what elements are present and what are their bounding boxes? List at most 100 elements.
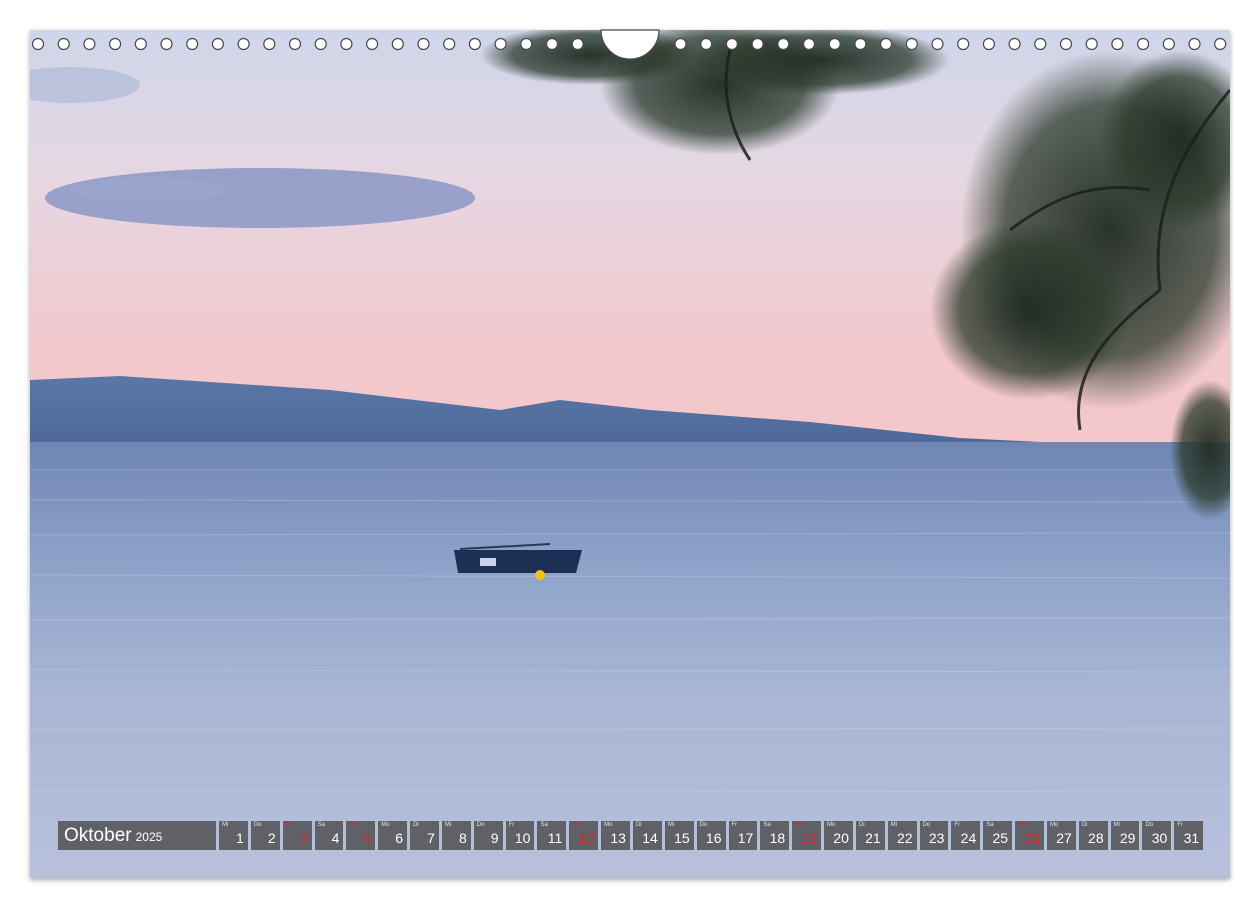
day-cell: So 19 [792, 821, 822, 850]
day-cell: Mi 29 [1110, 821, 1140, 850]
day-number: 14 [642, 830, 658, 846]
day-cell: Do 23 [919, 821, 949, 850]
day-abbr: Do [476, 822, 485, 828]
day-number: 7 [427, 830, 435, 846]
day-cell: Do 30 [1142, 821, 1172, 850]
day-number: 29 [1119, 830, 1136, 846]
day-number: 25 [992, 830, 1009, 846]
day-number: 21 [865, 830, 881, 846]
day-cell: Mo 27 [1046, 821, 1076, 850]
day-number: 8 [458, 830, 467, 846]
day-abbr: So [1018, 822, 1026, 828]
day-cell: Do 2 [250, 821, 280, 850]
day-cell: Sa 18 [760, 821, 790, 850]
day-cell: Di 7 [410, 821, 439, 850]
day-number: 11 [547, 830, 563, 846]
day-cell: Mo 13 [601, 821, 630, 850]
calendar-bar: Oktober 2025 Mi 1 Do 2 Fr 3 Sa 4 So 5 Mo 6 Di 7 Mi 8 Do 9… [58, 821, 1204, 850]
day-abbr: Do [1145, 822, 1154, 828]
day-number: 16 [705, 830, 722, 846]
seascape-photo [30, 30, 1230, 878]
day-cell: Fr 3 [282, 821, 312, 850]
day-abbr: Di [858, 822, 865, 828]
day-number: 13 [610, 830, 626, 846]
day-abbr: Di [635, 822, 642, 828]
day-abbr: Mi [667, 822, 675, 828]
day-number: 6 [395, 830, 404, 846]
day-cell: So 12 [569, 821, 599, 850]
day-number: 20 [833, 830, 849, 846]
day-number: 10 [514, 830, 531, 846]
month-label: Oktober 2025 [58, 821, 216, 850]
day-abbr: Sa [763, 822, 771, 828]
day-number: 24 [960, 830, 977, 846]
day-number: 19 [801, 830, 818, 846]
day-cell: Sa 11 [537, 821, 567, 850]
day-number: 22 [896, 830, 913, 846]
day-number: 2 [267, 830, 276, 846]
day-abbr: Do [922, 822, 931, 828]
day-cell: So 5 [346, 821, 376, 850]
day-number: 17 [737, 830, 754, 846]
day-cell: Di 21 [855, 821, 885, 850]
day-number: 23 [928, 830, 945, 846]
day-abbr: Mi [222, 822, 229, 828]
day-number: 5 [363, 830, 372, 846]
day-cell: Fr 17 [728, 821, 758, 850]
day-abbr: Fr [731, 822, 738, 828]
day-number: 28 [1088, 830, 1104, 846]
day-cell: Do 9 [473, 821, 503, 850]
day-abbr: Fr [1177, 822, 1183, 828]
day-cell: Sa 25 [983, 821, 1013, 850]
day-cell: Fr 31 [1174, 821, 1204, 850]
day-cell: Mi 22 [887, 821, 917, 850]
day-abbr: Mo [604, 822, 613, 828]
day-cell: Mi 8 [441, 821, 471, 850]
day-abbr: Sa [540, 822, 548, 828]
day-abbr: Sa [317, 822, 325, 828]
day-abbr: Fr [954, 822, 961, 828]
day-cell: Di 14 [632, 821, 662, 850]
day-abbr: So [795, 822, 803, 828]
day-abbr: Mo [827, 822, 836, 828]
day-abbr: Sa [986, 822, 994, 828]
day-cell: Mo 6 [378, 821, 408, 850]
day-cell: Di 28 [1078, 821, 1108, 850]
day-abbr: Mi [1113, 822, 1120, 828]
day-abbr: Mo [381, 822, 390, 828]
month-year: 2025 [135, 830, 163, 844]
day-number: 3 [299, 830, 308, 846]
calendar-page: Oktober 2025 Mi 1 Do 2 Fr 3 Sa 4 So 5 Mo 6 Di 7 Mi 8 Do 9… [30, 30, 1230, 878]
day-abbr: Do [253, 822, 262, 828]
day-number: 30 [1151, 830, 1168, 846]
day-abbr: Fr [285, 822, 292, 828]
day-abbr: So [349, 822, 357, 828]
day-number: 1 [236, 830, 244, 846]
day-number: 9 [490, 830, 499, 846]
day-cell: Fr 24 [951, 821, 981, 850]
day-abbr: Do [699, 822, 708, 828]
day-cell: So 26 [1015, 821, 1044, 850]
day-abbr: Mo [1049, 822, 1059, 828]
day-abbr: Fr [508, 822, 515, 828]
day-cell: Mi 15 [664, 821, 694, 850]
day-number: 26 [1024, 830, 1040, 846]
day-number: 31 [1183, 830, 1200, 846]
sea [30, 442, 1230, 878]
day-abbr: Mi [444, 822, 452, 828]
day-cell: Mo 20 [824, 821, 853, 850]
day-cell: Mi 1 [219, 821, 248, 850]
day-number: 15 [674, 830, 690, 846]
day-abbr: Di [413, 822, 419, 828]
day-number: 18 [769, 830, 786, 846]
day-number: 12 [578, 830, 595, 846]
day-abbr: So [572, 822, 580, 828]
day-cell: Fr 10 [505, 821, 535, 850]
day-number: 4 [331, 830, 340, 846]
day-cell: Do 16 [696, 821, 726, 850]
day-abbr: Mi [890, 822, 898, 828]
month-name: Oktober [64, 825, 132, 846]
day-number: 27 [1056, 830, 1072, 846]
day-abbr: Di [1081, 822, 1088, 828]
day-cell: Sa 4 [314, 821, 344, 850]
